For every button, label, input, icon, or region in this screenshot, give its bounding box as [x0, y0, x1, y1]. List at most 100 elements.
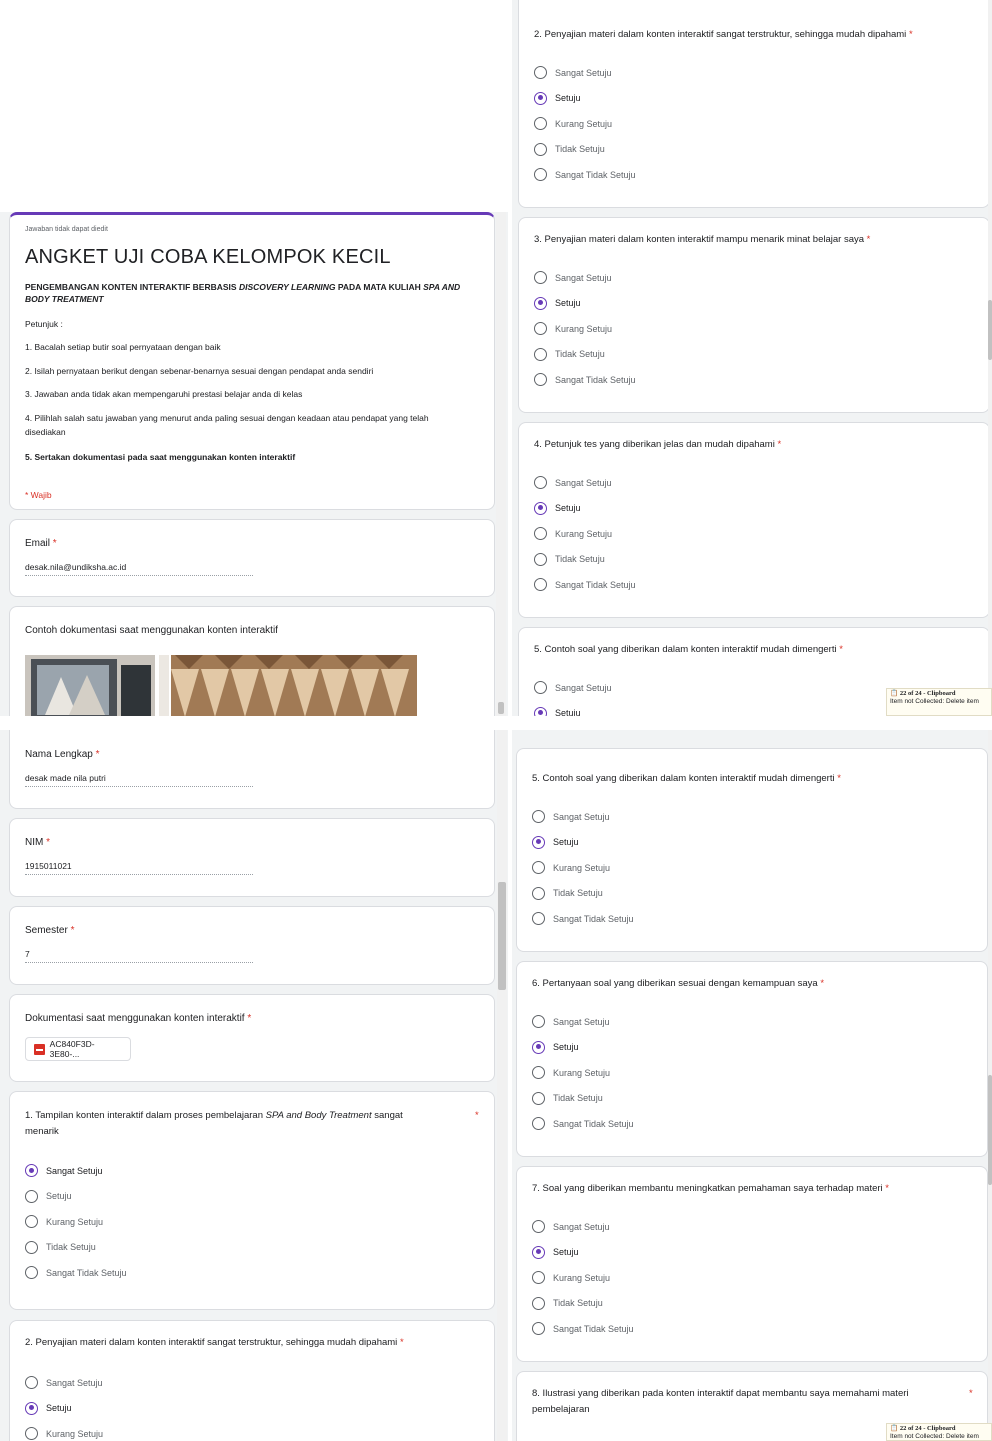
radio-button[interactable]: [534, 373, 547, 387]
radio-button-checked[interactable]: [25, 1401, 38, 1415]
radio-option[interactable]: Kurang Setuju: [532, 1265, 634, 1291]
radio-button[interactable]: [534, 347, 547, 361]
radio-button[interactable]: [532, 1066, 545, 1080]
radio-button-checked[interactable]: [534, 706, 547, 716]
radio-button-checked[interactable]: [25, 1164, 38, 1178]
radio-option[interactable]: Sangat Setuju: [534, 470, 636, 496]
uploaded-file-chip[interactable]: AC840F3D-3E80-...: [25, 1037, 131, 1061]
radio-option[interactable]: Kurang Setuju: [534, 521, 636, 547]
radio-option-selected[interactable]: Sangat Setuju: [25, 1158, 127, 1184]
radio-option[interactable]: Sangat Tidak Setuju: [25, 1260, 127, 1286]
radio-option[interactable]: Sangat Setuju: [532, 804, 634, 830]
radio-button[interactable]: [25, 1240, 38, 1254]
radio-button[interactable]: [25, 1376, 38, 1390]
radio-option[interactable]: Kurang Setuju: [25, 1421, 103, 1441]
radio-button[interactable]: [534, 271, 547, 285]
example-doc-label: Contoh dokumentasi saat menggunakan kont…: [25, 625, 278, 636]
radio-option[interactable]: Sangat Tidak Setuju: [532, 906, 634, 932]
radio-button[interactable]: [534, 552, 547, 566]
question-card-3: 3. Penyajian materi dalam konten interak…: [518, 217, 990, 413]
radio-option[interactable]: Sangat Setuju: [532, 1214, 634, 1240]
email-field[interactable]: desak.nila@undiksha.ac.id: [25, 562, 253, 576]
radio-option[interactable]: Tidak Setuju: [534, 137, 636, 163]
radio-option[interactable]: Tidak Setuju: [25, 1235, 127, 1261]
radio-option[interactable]: Kurang Setuju: [534, 316, 636, 342]
radio-option[interactable]: Setuju: [25, 1184, 127, 1210]
radio-option[interactable]: Tidak Setuju: [534, 342, 636, 368]
radio-option[interactable]: Sangat Tidak Setuju: [534, 162, 636, 188]
radio-button-checked[interactable]: [534, 296, 547, 310]
clipboard-popup[interactable]: 📋 22 of 24 - Clipboard Item not Collected…: [886, 1423, 992, 1441]
name-field[interactable]: desak made nila putri: [25, 773, 253, 787]
radio-option-selected[interactable]: Setuju: [534, 291, 636, 317]
radio-option-selected[interactable]: Setuju: [534, 701, 612, 716]
radio-option[interactable]: Sangat Tidak Setuju: [534, 367, 636, 393]
radio-option-selected[interactable]: Setuju: [25, 1396, 103, 1422]
radio-button[interactable]: [532, 1322, 545, 1336]
radio-option[interactable]: Kurang Setuju: [25, 1209, 127, 1235]
radio-option[interactable]: Sangat Setuju: [534, 675, 612, 701]
radio-option[interactable]: Sangat Setuju: [532, 1009, 634, 1035]
radio-option[interactable]: Kurang Setuju: [534, 111, 636, 137]
radio-button[interactable]: [534, 168, 547, 182]
radio-button[interactable]: [534, 66, 547, 80]
scrollbar[interactable]: [988, 0, 992, 716]
radio-option[interactable]: Tidak Setuju: [532, 881, 634, 907]
semester-card: Semester * 7: [9, 906, 495, 985]
radio-option[interactable]: Kurang Setuju: [532, 855, 634, 881]
radio-button[interactable]: [534, 527, 547, 541]
radio-button[interactable]: [532, 912, 545, 926]
radio-button[interactable]: [534, 578, 547, 592]
radio-button[interactable]: [25, 1189, 38, 1203]
radio-option[interactable]: Kurang Setuju: [532, 1060, 634, 1086]
scroll-thumb[interactable]: [498, 882, 506, 990]
radio-button[interactable]: [534, 681, 547, 695]
radio-button[interactable]: [25, 1215, 38, 1229]
radio-button[interactable]: [534, 142, 547, 156]
radio-button[interactable]: [532, 1015, 545, 1029]
radio-button-checked[interactable]: [534, 501, 547, 515]
radio-option[interactable]: Sangat Tidak Setuju: [532, 1111, 634, 1137]
radio-option[interactable]: Tidak Setuju: [532, 1291, 634, 1317]
radio-button-checked[interactable]: [532, 835, 545, 849]
radio-button-checked[interactable]: [532, 1040, 545, 1054]
radio-button[interactable]: [534, 322, 547, 336]
radio-button[interactable]: [532, 1296, 545, 1310]
semester-field[interactable]: 7: [25, 949, 253, 963]
scroll-thumb[interactable]: [988, 300, 992, 360]
question-5-text: 5. Contoh soal yang diberikan dalam kont…: [532, 773, 841, 784]
radio-button[interactable]: [532, 1117, 545, 1131]
radio-button-checked[interactable]: [534, 91, 547, 105]
scroll-thumb[interactable]: [988, 1075, 992, 1185]
scrollbar[interactable]: [988, 730, 992, 1441]
radio-button[interactable]: [532, 886, 545, 900]
radio-option-selected[interactable]: Setuju: [534, 86, 636, 112]
radio-option[interactable]: Sangat Setuju: [534, 265, 636, 291]
radio-option[interactable]: Tidak Setuju: [534, 547, 636, 573]
radio-button[interactable]: [25, 1266, 38, 1280]
radio-button[interactable]: [534, 476, 547, 490]
radio-option[interactable]: Sangat Setuju: [534, 60, 636, 86]
radio-option-selected[interactable]: Setuju: [534, 496, 636, 522]
scroll-thumb[interactable]: [498, 702, 504, 714]
radio-option[interactable]: Tidak Setuju: [532, 1086, 634, 1112]
scrollbar[interactable]: [496, 212, 506, 716]
clipboard-popup[interactable]: 📋 22 of 24 - Clipboard Item not Collected…: [886, 688, 992, 716]
radio-option[interactable]: Sangat Tidak Setuju: [532, 1316, 634, 1342]
radio-button[interactable]: [25, 1427, 38, 1441]
radio-option[interactable]: Sangat Setuju: [25, 1370, 103, 1396]
radio-button[interactable]: [534, 117, 547, 131]
radio-option-selected[interactable]: Setuju: [532, 1035, 634, 1061]
radio-button[interactable]: [532, 861, 545, 875]
radio-button[interactable]: [532, 1271, 545, 1285]
radio-option-selected[interactable]: Setuju: [532, 830, 634, 856]
question-7-options: Sangat Setuju Setuju Kurang Setuju Tidak…: [532, 1214, 634, 1342]
nim-field[interactable]: 1915011021: [25, 861, 253, 875]
radio-option-selected[interactable]: Setuju: [532, 1240, 634, 1266]
radio-button[interactable]: [532, 1091, 545, 1105]
radio-button-checked[interactable]: [532, 1245, 545, 1259]
radio-button[interactable]: [532, 810, 545, 824]
radio-button[interactable]: [532, 1220, 545, 1234]
radio-option[interactable]: Sangat Tidak Setuju: [534, 572, 636, 598]
scrollbar[interactable]: [497, 730, 507, 1441]
